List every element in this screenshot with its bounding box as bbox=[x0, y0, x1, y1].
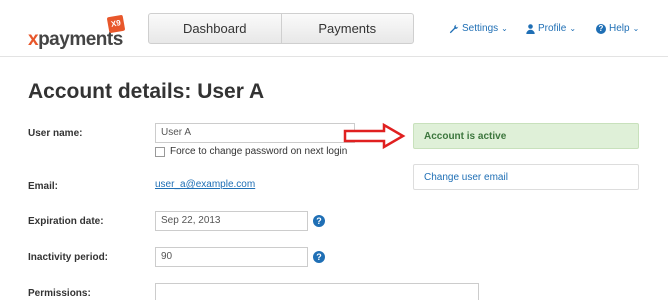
main-nav: Dashboard Payments bbox=[148, 13, 414, 44]
email-link[interactable]: user_a@example.com bbox=[155, 179, 255, 190]
expiration-date-input[interactable]: Sep 22, 2013 bbox=[155, 211, 308, 231]
force-password-label: Force to change password on next login bbox=[170, 146, 348, 157]
settings-menu[interactable]: Settings ⌄ bbox=[449, 23, 508, 34]
profile-menu[interactable]: Profile ⌄ bbox=[526, 23, 576, 34]
force-password-checkbox[interactable] bbox=[155, 146, 165, 157]
red-arrow-annotation bbox=[343, 122, 406, 150]
help-menu-label: Help bbox=[609, 23, 630, 34]
inactivity-help-icon[interactable]: ? bbox=[313, 251, 325, 263]
question-circle-icon: ? bbox=[596, 23, 606, 34]
tab-payments[interactable]: Payments bbox=[280, 14, 414, 43]
profile-menu-label: Profile bbox=[538, 23, 567, 34]
username-input[interactable]: User A bbox=[155, 123, 355, 143]
wrench-icon bbox=[449, 24, 459, 33]
expiration-help-icon[interactable]: ? bbox=[313, 215, 325, 227]
inactivity-period-input[interactable]: 90 bbox=[155, 247, 308, 267]
permissions-label: Permissions: bbox=[28, 288, 91, 299]
chevron-down-icon: ⌄ bbox=[501, 24, 508, 33]
chevron-down-icon: ⌄ bbox=[632, 24, 640, 33]
permissions-field[interactable] bbox=[155, 283, 479, 300]
page-title: Account details: User A bbox=[28, 80, 265, 103]
account-status-badge: Account is active bbox=[413, 123, 639, 149]
chevron-down-icon: ⌄ bbox=[569, 24, 577, 33]
expiration-label: Expiration date: bbox=[28, 216, 104, 227]
settings-menu-label: Settings bbox=[462, 23, 499, 34]
inactivity-label: Inactivity period: bbox=[28, 252, 109, 263]
xpayments-logo[interactable]: xpayments X9 bbox=[28, 14, 126, 50]
force-password-change-row[interactable]: Force to change password on next login bbox=[155, 146, 347, 157]
username-label: User name: bbox=[28, 128, 83, 139]
tab-dashboard[interactable]: Dashboard bbox=[149, 14, 281, 43]
email-label: Email: bbox=[28, 181, 59, 192]
logo-badge: X9 bbox=[106, 14, 126, 34]
header: xpayments X9 Dashboard Payments Settings… bbox=[0, 0, 668, 57]
user-icon bbox=[526, 23, 535, 34]
change-user-email-button[interactable]: Change user email bbox=[413, 164, 639, 190]
help-menu[interactable]: ? Help ⌄ bbox=[596, 23, 639, 34]
